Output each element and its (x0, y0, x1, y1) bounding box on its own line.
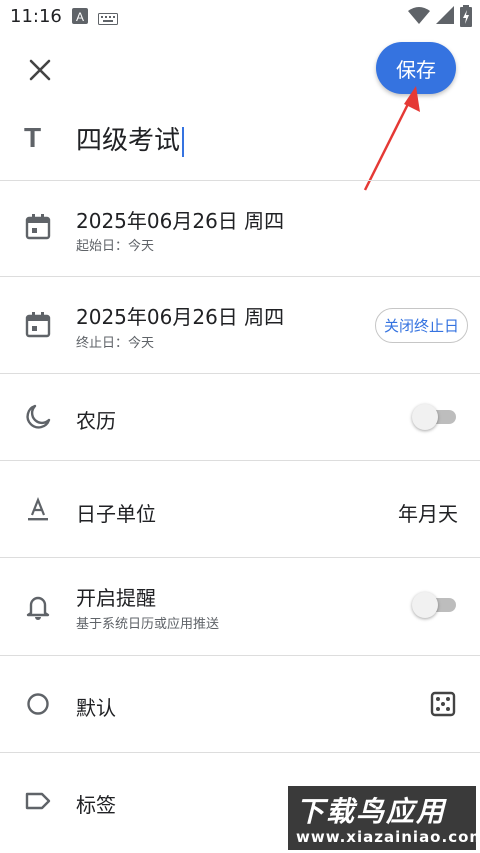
end-date-row[interactable]: 2025年06月26日 周四 终止日：今天 关闭终止日 (0, 277, 480, 374)
start-date-value: 2025年06月26日 周四 (76, 209, 285, 233)
title-input[interactable]: 四级考试 (76, 120, 185, 157)
calendar-icon (25, 214, 51, 240)
title-row[interactable]: T 四级考试 (0, 104, 480, 181)
battery-charging-icon (460, 5, 472, 31)
watermark-url: www.xiazainiao.com (296, 828, 480, 846)
toggle-thumb (412, 592, 438, 618)
start-date-sub: 起始日：今天 (76, 239, 155, 254)
dice-icon[interactable] (430, 691, 456, 717)
tags-label: 标签 (76, 793, 116, 817)
close-end-date-chip[interactable]: 关闭终止日 (374, 308, 468, 343)
lunar-toggle[interactable] (412, 404, 456, 430)
reminder-row[interactable]: 开启提醒 基于系统日历或应用推送 (0, 558, 480, 656)
watermark-brand: 下载鸟应用 (296, 795, 447, 828)
start-date-row[interactable]: 2025年06月26日 周四 起始日：今天 (0, 181, 480, 277)
label-tag-icon (25, 792, 51, 810)
day-unit-label: 日子单位 (76, 502, 156, 526)
day-unit-row[interactable]: 日子单位 年月天 (0, 461, 480, 558)
end-date-value: 2025年06月26日 周四 (76, 305, 285, 329)
lunar-row[interactable]: 农历 (0, 374, 480, 461)
wifi-icon (408, 6, 430, 30)
status-bar: 11:16 A (0, 0, 480, 34)
status-time: 11:16 (10, 6, 62, 27)
text-title-icon: T (24, 122, 42, 153)
signal-icon (436, 6, 454, 30)
text-format-icon (28, 497, 48, 521)
title-value: 四级考试 (76, 126, 181, 156)
reminder-sub: 基于系统日历或应用推送 (76, 617, 220, 632)
reminder-label: 开启提醒 (76, 586, 156, 610)
calendar-icon (25, 312, 51, 338)
moon-icon (26, 404, 51, 429)
notification-a-icon: A (72, 8, 88, 28)
keyboard-icon (98, 10, 118, 29)
default-label: 默认 (76, 696, 116, 720)
circle-icon (27, 693, 49, 715)
close-icon (29, 59, 51, 81)
text-cursor (182, 126, 185, 157)
svg-text:A: A (76, 10, 84, 24)
close-button[interactable] (22, 52, 58, 88)
default-row[interactable]: 默认 (0, 656, 480, 753)
day-unit-value: 年月天 (398, 502, 458, 526)
watermark: 下载鸟应用 www.xiazainiao.com (288, 786, 480, 850)
reminder-toggle[interactable] (412, 592, 456, 618)
lunar-label: 农历 (76, 409, 116, 433)
toggle-thumb (412, 404, 438, 430)
bell-icon (26, 596, 50, 620)
end-date-sub: 终止日：今天 (76, 336, 155, 351)
